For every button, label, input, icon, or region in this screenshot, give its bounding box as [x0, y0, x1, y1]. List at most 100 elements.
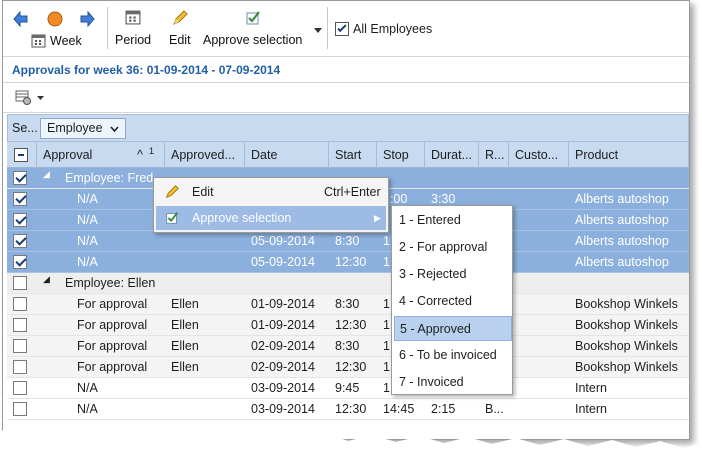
submenu-item-rejected[interactable]: 3 - Rejected [394, 262, 512, 287]
cell-stop: 1 [383, 297, 390, 311]
column-date[interactable]: Date [245, 142, 329, 168]
column-customer[interactable]: Custo... [509, 142, 569, 168]
row-checkbox[interactable] [13, 213, 27, 227]
cell-stop: 1 [383, 381, 390, 395]
row-checkbox[interactable] [13, 234, 27, 248]
all-employees-label: All Employees [353, 22, 433, 36]
cell-approved-by: Ellen [171, 318, 199, 332]
approve-check-icon [246, 11, 260, 25]
page-title: Approvals for week 36: 01-09-2014 - 07-0… [3, 57, 689, 83]
cell-date: 03-09-2014 [251, 381, 315, 395]
table-row[interactable]: N/A 05-09-2014 8:30 1 Alberts autoshop [7, 231, 689, 252]
context-menu-edit[interactable]: Edit Ctrl+Enter [156, 180, 386, 204]
cell-approved-by: Ellen [171, 339, 199, 353]
cell-approval: For approval [77, 339, 148, 353]
row-checkbox[interactable] [13, 360, 27, 374]
column-duration[interactable]: Durat... [425, 142, 479, 168]
cell-stop: 1 [383, 255, 390, 269]
column-header-row: Approval ^ 1 Approved... Date Start Stop… [7, 142, 689, 168]
torn-edge-decoration [0, 427, 702, 458]
cell-start: 12:30 [335, 402, 367, 416]
column-approval[interactable]: Approval ^ 1 [37, 142, 165, 168]
edit-button[interactable]: Edit [169, 9, 191, 47]
toolbar-separator [107, 7, 108, 49]
cell-date: 02-09-2014 [251, 339, 315, 353]
row-checkbox[interactable] [13, 255, 27, 269]
cell-product: Intern [575, 381, 607, 395]
table-row[interactable]: For approval Ellen 01-09-2014 8:30 1 Boo… [7, 294, 689, 315]
period-button[interactable]: Period [115, 9, 151, 47]
column-r[interactable]: R... [479, 142, 509, 168]
row-checkbox[interactable] [13, 171, 27, 185]
cell-product: Intern [575, 402, 607, 416]
forward-arrow-icon[interactable] [79, 11, 95, 27]
context-menu: Edit Ctrl+Enter Approve selection ▶ [153, 177, 389, 233]
pencil-icon [165, 185, 179, 199]
chevron-down-icon [110, 126, 119, 133]
all-employees-checkbox[interactable] [335, 22, 349, 36]
cell-product: Alberts autoshop [575, 192, 669, 206]
week-label: Week [50, 33, 82, 48]
submenu-item-corrected[interactable]: 4 - Corrected [394, 289, 512, 314]
cell-approved-by: Ellen [171, 360, 199, 374]
submenu-item-invoiced[interactable]: 7 - Invoiced [394, 370, 512, 395]
table-row[interactable]: N/A 05-09-2014 12:30 1 Alberts autoshop [7, 252, 689, 273]
toolbar: Week Period Edit Approve selection All E… [3, 1, 689, 57]
column-approval-label: Approval [43, 148, 93, 162]
row-checkbox[interactable] [13, 339, 27, 353]
submenu-item-to-be-invoiced[interactable]: 6 - To be invoiced [394, 343, 512, 368]
row-checkbox[interactable] [13, 381, 27, 395]
column-approved-by[interactable]: Approved... [165, 142, 245, 168]
table-row[interactable]: For approval Ellen 01-09-2014 12:30 1 Bo… [7, 315, 689, 336]
context-menu-approve-selection[interactable]: Approve selection ▶ [156, 206, 386, 230]
select-all-column[interactable] [7, 142, 37, 168]
cell-stop: 1 [383, 339, 390, 353]
cell-stop: 1 [383, 234, 390, 248]
context-menu-edit-shortcut: Ctrl+Enter [324, 185, 381, 199]
table-row[interactable]: For approval Ellen 02-09-2014 8:30 1 Boo… [7, 336, 689, 357]
back-arrow-icon[interactable] [13, 11, 29, 27]
approve-selection-label: Approve selection [203, 33, 303, 47]
collapse-triangle-icon[interactable]: ◢ [43, 169, 50, 180]
today-icon[interactable] [47, 11, 63, 27]
cell-date: 03-09-2014 [251, 402, 315, 416]
table-row[interactable]: N/A 03-09-2014 12:30 14:45 2:15 B... Int… [7, 399, 689, 420]
period-label: Period [115, 33, 152, 47]
table-row[interactable]: For approval Ellen 02-09-2014 12:30 1 Bo… [7, 357, 689, 378]
week-button[interactable]: Week [31, 33, 82, 48]
cell-r: B... [485, 402, 504, 416]
cell-approval: For approval [77, 297, 148, 311]
cell-start: 8:30 [335, 234, 360, 248]
table-row[interactable]: N/A 03-09-2014 9:45 1 Intern [7, 378, 689, 399]
row-checkbox[interactable] [13, 402, 27, 416]
grid-settings-button[interactable] [15, 90, 44, 106]
submenu-item-for-approval[interactable]: 2 - For approval [394, 235, 512, 260]
submenu-item-entered[interactable]: 1 - Entered [394, 208, 512, 233]
cell-product: Alberts autoshop [575, 255, 669, 269]
row-checkbox[interactable] [13, 297, 27, 311]
cell-start: 8:30 [335, 339, 360, 353]
cell-approval: For approval [77, 318, 148, 332]
group-chip-employee[interactable]: Employee [40, 118, 127, 139]
all-employees-toggle[interactable]: All Employees [335, 22, 432, 36]
select-column-label: Se... [12, 121, 38, 135]
cell-start: 12:30 [335, 255, 367, 269]
select-all-checkbox[interactable] [14, 148, 28, 162]
chevron-down-icon[interactable] [314, 28, 322, 34]
collapse-triangle-icon[interactable]: ◢ [43, 274, 50, 285]
group-by-panel: Se... Employee [7, 114, 689, 142]
context-menu-edit-label: Edit [192, 185, 214, 199]
row-checkbox[interactable] [13, 318, 27, 332]
submenu-item-approved[interactable]: 5 - Approved [394, 316, 512, 341]
column-product[interactable]: Product [569, 142, 689, 168]
row-checkbox[interactable] [13, 192, 27, 206]
column-stop[interactable]: Stop [377, 142, 425, 168]
column-start[interactable]: Start [329, 142, 377, 168]
approve-check-icon [166, 212, 179, 224]
row-checkbox[interactable] [13, 276, 27, 290]
cell-stop: 14:45 [383, 402, 415, 416]
group-row-ellen[interactable]: ◢ Employee: Ellen [7, 273, 689, 294]
cell-product: Bookshop Winkels [575, 318, 678, 332]
approve-selection-button[interactable]: Approve selection [203, 9, 302, 47]
pencil-icon [172, 10, 188, 25]
